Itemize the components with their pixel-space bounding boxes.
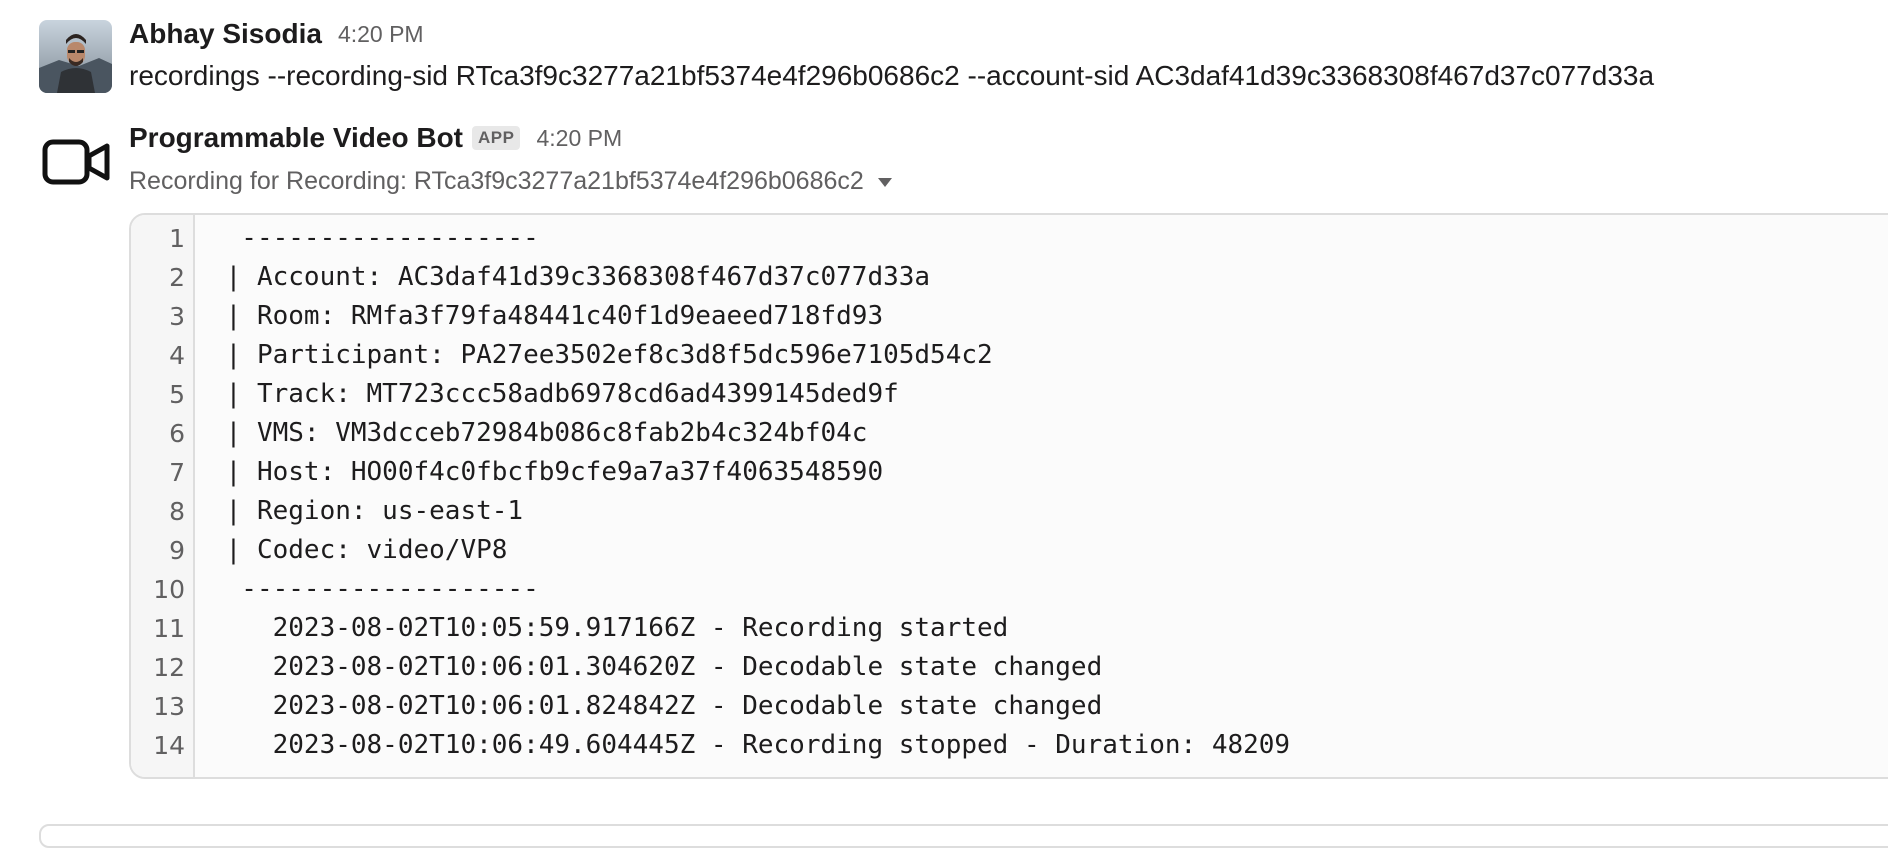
line-number: 4 <box>169 341 185 370</box>
code-line: | Participant: PA27ee3502ef8c3d8f5dc596e… <box>210 340 993 370</box>
line-number: 9 <box>169 536 185 565</box>
code-line: | Region: us-east-1 <box>210 496 524 526</box>
attachment-title: Recording for Recording: RTca3f9c3277a21… <box>129 167 892 196</box>
sender-name[interactable]: Abhay Sisodia <box>129 18 322 50</box>
code-line: 2023-08-02T10:06:01.304620Z - Decodable … <box>210 652 1103 682</box>
line-number: 1 <box>169 224 185 253</box>
user-avatar[interactable] <box>39 20 112 93</box>
message-text: recordings --recording-sid RTca3f9c3277a… <box>129 60 1655 91</box>
line-number: 8 <box>169 497 185 526</box>
code-line: | Account: AC3daf41d39c3368308f467d37c07… <box>210 262 931 292</box>
code-line: 2023-08-02T10:06:49.604445Z - Recording … <box>210 730 1291 760</box>
app-badge: APP <box>472 126 521 150</box>
code-line: ------------------- <box>210 223 539 253</box>
line-number: 14 <box>153 731 185 760</box>
video-camera-icon[interactable] <box>39 128 112 201</box>
code-line: 2023-08-02T10:05:59.917166Z - Recording … <box>210 613 1009 643</box>
code-line: ------------------- <box>210 574 539 604</box>
attachment-title-text: Recording for Recording: RTca3f9c3277a21… <box>129 167 864 195</box>
line-number: 13 <box>153 692 185 721</box>
line-number: 3 <box>169 302 185 331</box>
code-line: 2023-08-02T10:06:01.824842Z - Decodable … <box>210 691 1103 721</box>
code-line: | VMS: VM3dcceb72984b086c8fab2b4c324bf04… <box>210 418 868 448</box>
code-line: | Host: HO00f4c0fbcfb9cfe9a7a37f40635485… <box>210 457 884 487</box>
message-timestamp[interactable]: 4:20 PM <box>338 21 424 48</box>
line-number: 2 <box>169 263 185 292</box>
line-number: 10 <box>153 575 185 604</box>
line-number: 7 <box>169 458 185 487</box>
message-header: Abhay Sisodia 4:20 PM <box>129 18 424 50</box>
code-line: | Track: MT723ccc58adb6978cd6ad4399145de… <box>210 379 899 409</box>
message-header: Programmable Video Bot APP 4:20 PM <box>129 122 622 154</box>
message-composer[interactable] <box>39 824 1888 848</box>
chevron-down-icon[interactable] <box>877 178 892 187</box>
line-number: 12 <box>153 653 185 682</box>
line-number: 5 <box>169 380 185 409</box>
code-line: | Codec: video/VP8 <box>210 535 508 565</box>
code-line: | Room: RMfa3f79fa48441c40f1d9eaeed718fd… <box>210 301 884 331</box>
sender-name[interactable]: Programmable Video Bot <box>129 122 463 154</box>
line-number: 6 <box>169 419 185 448</box>
line-number-gutter: 1 2 3 4 5 6 7 8 9 10 11 12 13 14 <box>131 215 195 777</box>
line-number: 11 <box>153 614 185 643</box>
code-snippet: 1 2 3 4 5 6 7 8 9 10 11 12 13 14 ------------------- … <box>129 213 1888 779</box>
message-timestamp[interactable]: 4:20 PM <box>536 125 622 152</box>
